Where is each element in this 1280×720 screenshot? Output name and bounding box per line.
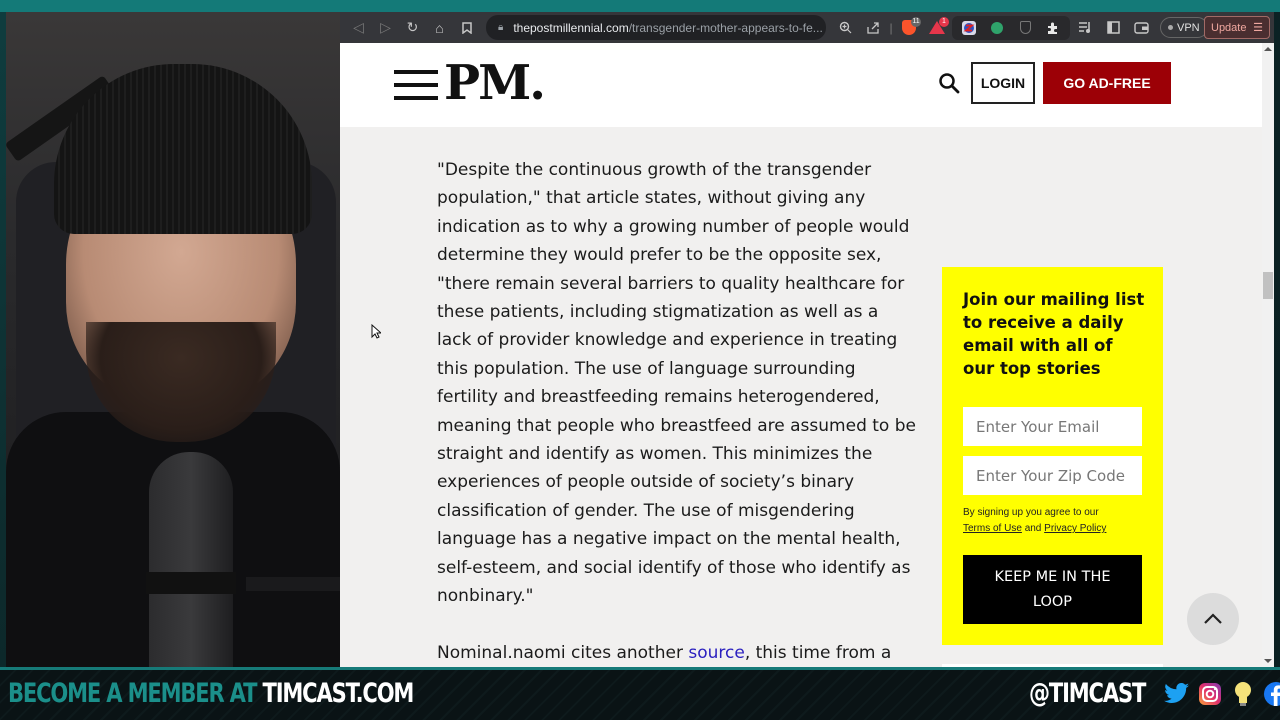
instagram-icon — [1196, 680, 1223, 707]
microphone-mount — [146, 572, 236, 594]
signup-heading: Join our mailing list to receive a daily… — [963, 290, 1145, 378]
stream-frame: ◁ ▷ ↻ ⌂ 🔒︎ thepostmillennial.com/transge… — [0, 0, 1280, 720]
chevron-up-icon — [1204, 613, 1222, 624]
reload-icon[interactable]: ↻ — [399, 16, 426, 40]
search-icon[interactable] — [938, 72, 960, 94]
rewards-badge: 1 — [939, 16, 949, 27]
extensions-group — [952, 15, 1070, 40]
vpn-label: VPN — [1177, 21, 1200, 34]
legal-and: and — [1024, 523, 1042, 534]
shields-count-badge: 11 — [911, 16, 921, 27]
wallet-icon[interactable] — [1128, 17, 1154, 39]
scrollbar-thumb[interactable] — [1263, 272, 1273, 299]
address-bar[interactable]: 🔒︎ thepostmillennial.com/transgender-mot… — [486, 15, 826, 40]
login-button[interactable]: LOGIN — [971, 62, 1035, 104]
cta-text: BECOME A MEMBER AT — [8, 678, 263, 709]
article-paragraph: Nominal.naomi cites another source, this… — [437, 639, 917, 667]
social-handles: @TIMCAST — [1029, 678, 1280, 709]
update-label: Update — [1211, 21, 1247, 34]
lock-icon: 🔒︎ — [498, 22, 504, 33]
scroll-to-top-button[interactable] — [1187, 593, 1239, 645]
stream-banner: BECOME A MEMBER AT TIMCAST.COM @TIMCAST — [0, 667, 1280, 720]
site-header: PM. LOGIN GO AD-FREE — [340, 43, 1262, 127]
extension-z-icon[interactable] — [956, 17, 982, 39]
zip-code-input[interactable] — [963, 456, 1142, 495]
paragraph-text: Nominal.naomi cites another — [437, 642, 689, 663]
site-menu-icon[interactable] — [394, 70, 438, 100]
update-button[interactable]: Update ☰ — [1204, 16, 1270, 39]
back-icon[interactable]: ◁ — [345, 16, 372, 40]
zoom-icon[interactable] — [832, 17, 858, 39]
site-logo[interactable]: PM. — [444, 55, 546, 111]
page-scrollbar[interactable] — [1262, 43, 1274, 667]
lightbulb-icon — [1229, 680, 1256, 707]
sidebar-icon[interactable] — [1100, 17, 1126, 39]
url-path: /transgender-mother-appears-to-fe... — [628, 20, 823, 35]
hamburger-menu-icon: ☰ — [1253, 22, 1263, 34]
vpn-button[interactable]: VPN — [1160, 17, 1208, 38]
paragraph-text-continued: , this time from a — [744, 642, 892, 663]
legal-prefix: By signing up you agree to our — [963, 507, 1099, 518]
article-body: "Despite the continuous growth of the tr… — [437, 156, 917, 667]
privacy-policy-link[interactable]: Privacy Policy — [1044, 523, 1106, 534]
source-link[interactable]: source — [688, 643, 744, 663]
toolbar-actions: | 11 1 — [832, 15, 1154, 40]
extensions-puzzle-icon[interactable] — [1040, 17, 1066, 39]
scroll-down-arrow-icon[interactable] — [1264, 659, 1272, 663]
web-page: PM. LOGIN GO AD-FREE "Despite the contin… — [340, 43, 1262, 667]
frame-top-border — [0, 0, 1280, 12]
forward-icon[interactable]: ▷ — [372, 16, 399, 40]
cta-site: TIMCAST.COM — [262, 678, 415, 709]
webcam-feed — [6, 12, 340, 667]
extension-green-icon[interactable] — [984, 17, 1010, 39]
extension-shield-icon[interactable] — [1012, 17, 1038, 39]
social-handle: @TIMCAST — [1029, 678, 1146, 709]
signup-legal-text: By signing up you agree to our Terms of … — [963, 505, 1153, 537]
toolbar-divider: | — [889, 20, 893, 35]
brave-rewards-button[interactable]: 1 — [924, 16, 950, 39]
twitter-icon — [1163, 680, 1190, 707]
keep-me-in-the-loop-button[interactable]: KEEP ME IN THE LOOP — [963, 555, 1142, 624]
newsletter-signup-box: Join our mailing list to receive a daily… — [942, 267, 1163, 645]
playlist-icon[interactable] — [1072, 17, 1098, 39]
article-quote-paragraph: "Despite the continuous growth of the tr… — [437, 160, 916, 607]
home-icon[interactable]: ⌂ — [426, 16, 453, 40]
terms-of-use-link[interactable]: Terms of Use — [963, 523, 1022, 534]
url-host: thepostmillennial.com — [513, 20, 629, 35]
microphone-arm — [246, 577, 340, 591]
email-input[interactable] — [963, 407, 1142, 446]
brave-shields-button[interactable]: 11 — [896, 16, 922, 39]
go-ad-free-button[interactable]: GO AD-FREE — [1043, 62, 1171, 104]
scroll-up-arrow-icon[interactable] — [1264, 47, 1272, 51]
vpn-status-dot — [1168, 25, 1173, 30]
membership-cta: BECOME A MEMBER AT TIMCAST.COM — [8, 678, 415, 709]
facebook-icon — [1262, 680, 1280, 707]
microphone — [149, 452, 233, 667]
bookmark-icon[interactable] — [453, 16, 480, 40]
browser-window: ◁ ▷ ↻ ⌂ 🔒︎ thepostmillennial.com/transge… — [340, 12, 1274, 667]
share-icon[interactable] — [860, 17, 886, 39]
browser-toolbar: ◁ ▷ ↻ ⌂ 🔒︎ thepostmillennial.com/transge… — [340, 12, 1274, 43]
